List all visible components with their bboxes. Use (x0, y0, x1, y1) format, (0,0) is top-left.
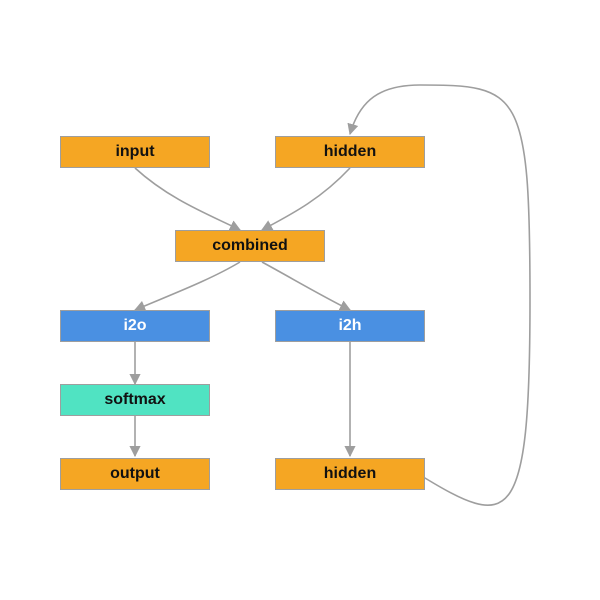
node-i2h: i2h (275, 310, 425, 342)
diagram-canvas: input hidden combined i2o i2h softmax ou… (0, 0, 600, 600)
node-i2o: i2o (60, 310, 210, 342)
node-label: hidden (324, 143, 376, 161)
edge-input-combined (135, 168, 240, 230)
node-label: input (115, 143, 154, 161)
node-label: hidden (324, 465, 376, 483)
node-hidden-bottom: hidden (275, 458, 425, 490)
node-label: softmax (104, 391, 165, 409)
edge-hidden-top-combined (262, 168, 350, 230)
edge-combined-i2h (262, 262, 350, 310)
node-hidden-top: hidden (275, 136, 425, 168)
edges-layer (0, 0, 600, 600)
node-combined: combined (175, 230, 325, 262)
node-label: output (110, 465, 160, 483)
node-input: input (60, 136, 210, 168)
node-label: i2o (123, 317, 146, 335)
edge-combined-i2o (135, 262, 240, 310)
node-softmax: softmax (60, 384, 210, 416)
node-label: combined (212, 237, 288, 255)
node-label: i2h (338, 317, 361, 335)
node-output: output (60, 458, 210, 490)
